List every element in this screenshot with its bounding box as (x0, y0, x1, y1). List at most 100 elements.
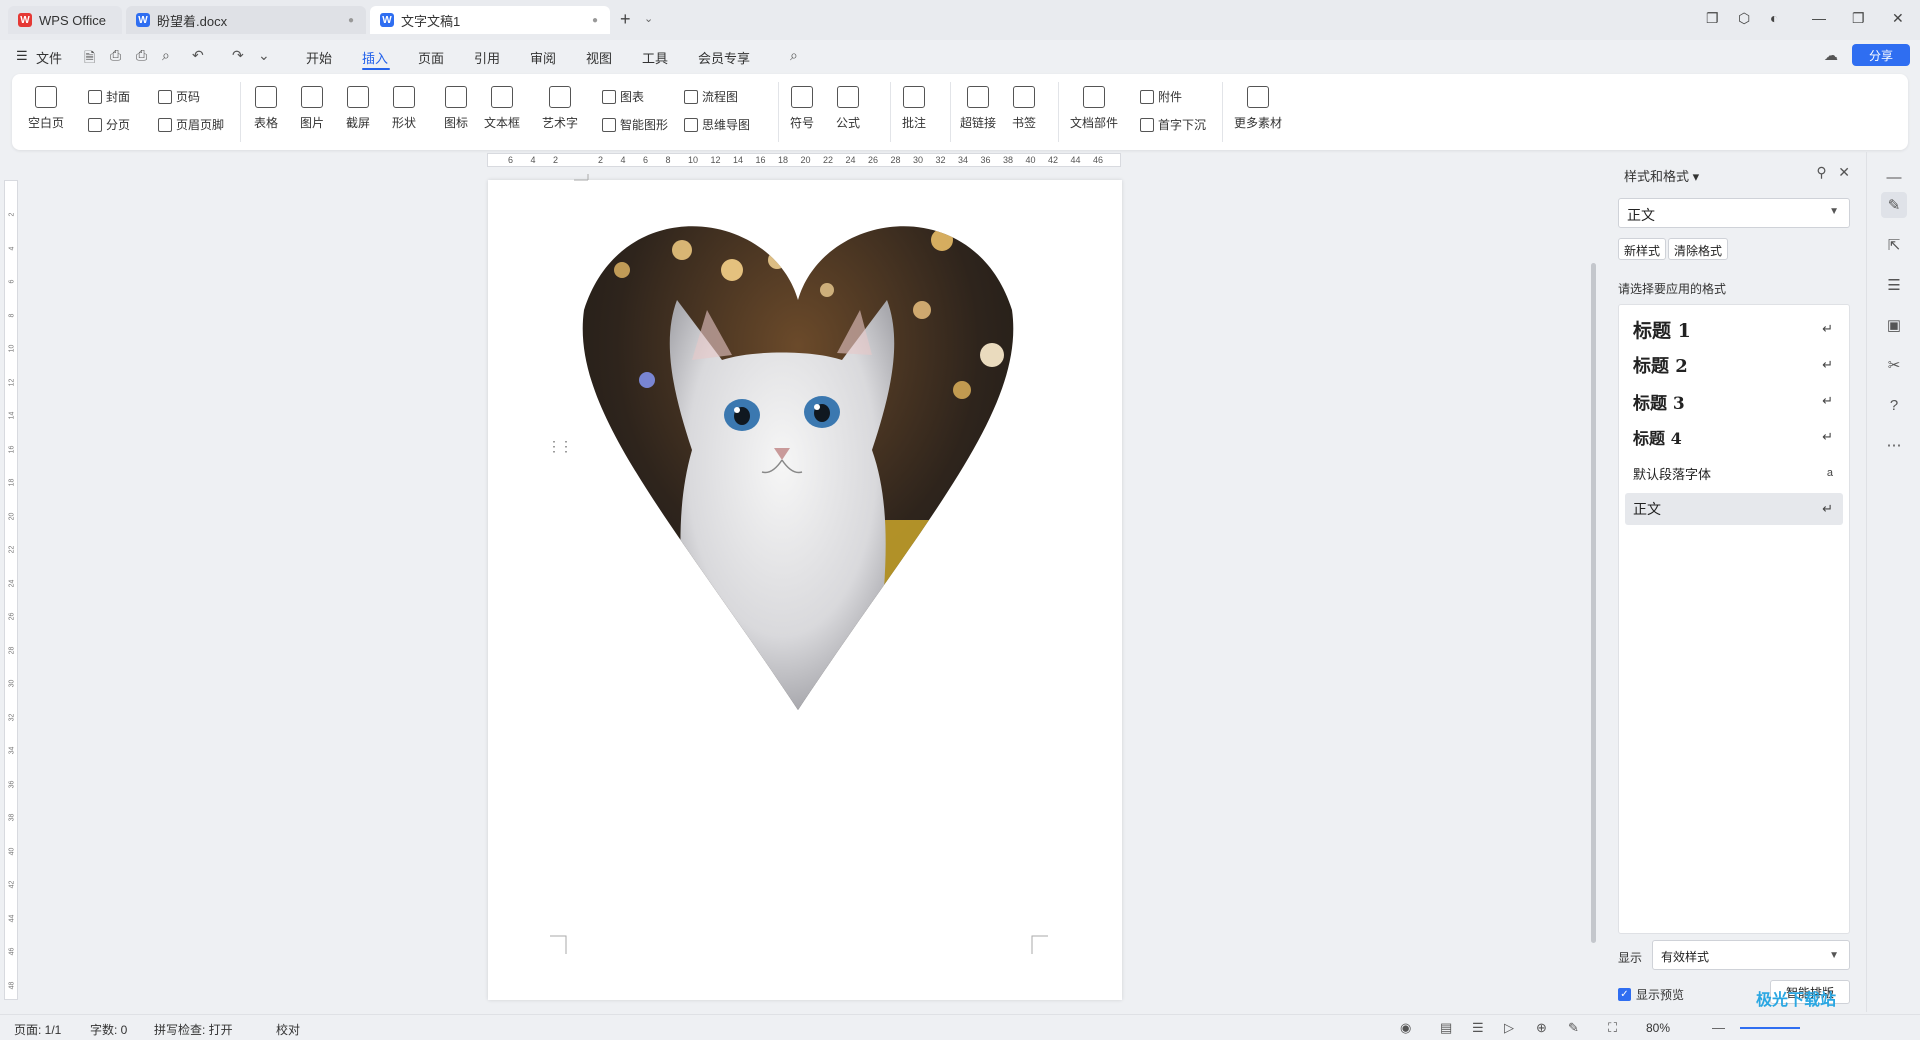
collapse-icon[interactable]: — (1881, 164, 1907, 190)
unsaved-dot-icon[interactable]: ● (348, 15, 354, 26)
avatar[interactable]: ◐ (1770, 10, 1778, 26)
clear-format-button[interactable]: 清除格式 (1668, 238, 1729, 260)
tab-document-2[interactable]: W 文字文稿1 ● (370, 6, 610, 34)
menu-tools[interactable]: 工具 (642, 48, 668, 67)
show-filter-select[interactable]: 有效样式 ▼ (1652, 940, 1850, 970)
window-layout-icon[interactable]: ❐ (1706, 10, 1719, 27)
more-icon[interactable]: ⋯ (1881, 432, 1907, 458)
proofread[interactable]: 校对 (276, 1021, 300, 1038)
unsaved-dot-icon[interactable]: ● (592, 15, 598, 26)
style-heading-2[interactable]: 标题 2 ↵ (1625, 349, 1843, 381)
hyperlink-button[interactable]: 超链接 (960, 86, 996, 131)
style-pen-icon[interactable]: ✎ (1881, 192, 1907, 218)
menu-references[interactable]: 引用 (474, 48, 500, 67)
style-heading-3[interactable]: 标题 3 ↵ (1625, 385, 1843, 417)
fit-page-icon[interactable]: ⛶ (1608, 1020, 1617, 1036)
screenshot-button[interactable]: 截屏 (346, 86, 370, 131)
pen-icon[interactable]: ✎ (1568, 1020, 1579, 1036)
menu-member[interactable]: 会员专享 (698, 48, 750, 67)
web-view-icon[interactable]: ⊕ (1536, 1020, 1547, 1036)
zoom-out-icon[interactable]: — (1712, 1020, 1725, 1035)
menu-review[interactable]: 审阅 (530, 48, 556, 67)
style-heading-1[interactable]: 标题 1 ↵ (1625, 313, 1843, 345)
shape-button[interactable]: 形状 (392, 86, 416, 131)
chart-button[interactable]: 图表 (602, 88, 644, 105)
minimize-icon[interactable]: — (1812, 10, 1826, 26)
menu-page[interactable]: 页面 (418, 48, 444, 67)
undo-icon[interactable]: ↶ (192, 47, 204, 64)
settings-sliders-icon[interactable]: ☰ (1881, 272, 1907, 298)
pane-title[interactable]: 样式和格式 ▾ (1624, 166, 1699, 185)
mindmap-button[interactable]: 思维导图 (684, 116, 750, 133)
cube-icon[interactable]: ⬡ (1738, 10, 1750, 27)
zoom-slider[interactable] (1740, 1027, 1800, 1029)
style-body-text[interactable]: 正文 ↵ (1625, 493, 1843, 525)
save-icon[interactable]: 🗎 (84, 47, 95, 71)
drop-cap-button[interactable]: 首字下沉 (1140, 116, 1206, 133)
menu-home[interactable]: 开始 (306, 48, 332, 67)
style-heading-4[interactable]: 标题 4 ↵ (1625, 421, 1843, 453)
eye-icon[interactable]: ◉ (1400, 1020, 1411, 1036)
flowchart-button[interactable]: 流程图 (684, 88, 738, 105)
symbol-button[interactable]: 符号 (790, 86, 814, 131)
menu-icon[interactable]: ☰ (16, 48, 28, 64)
play-icon[interactable]: ▷ (1504, 1020, 1514, 1036)
menu-view[interactable]: 视图 (586, 48, 612, 67)
horizontal-ruler[interactable]: 6 4 2 2 4 6 8 10 12 14 16 18 20 22 24 26 28 30 32 34 36 38 40 4… (487, 153, 1121, 167)
page-number-button[interactable]: 页码 (158, 88, 200, 105)
document-page[interactable]: ⋮⋮ (488, 174, 1122, 1000)
drag-handle-icon[interactable]: ⋮⋮ (547, 438, 573, 455)
pin-icon[interactable]: ⚲ (1816, 164, 1826, 180)
more-chevron-icon[interactable]: ⌄ (258, 47, 270, 64)
menu-insert[interactable]: 插入 (362, 48, 388, 67)
print-icon[interactable]: ⎙ (136, 47, 147, 64)
spell-check[interactable]: 拼写检查: 打开 (154, 1021, 233, 1038)
more-material-button[interactable]: 更多素材 (1234, 86, 1282, 131)
smart-shape-button[interactable]: 智能图形 (602, 116, 668, 133)
redo-icon[interactable]: ↷ (232, 47, 244, 64)
print-preview-icon[interactable]: ⌕ (162, 47, 170, 64)
attachment-button[interactable]: 附件 (1140, 88, 1182, 105)
share-button[interactable]: 分享 (1852, 44, 1910, 66)
zoom-level[interactable]: 80% (1646, 1021, 1670, 1035)
icon-button[interactable]: 图标 (444, 86, 468, 131)
close-icon[interactable]: ✕ (1892, 10, 1904, 27)
chevron-down-icon[interactable]: ⌄ (644, 12, 653, 25)
show-preview-checkbox[interactable]: ✓ 显示预览 (1618, 986, 1684, 1003)
image-edit-icon[interactable]: ▣ (1881, 312, 1907, 338)
table-button[interactable]: 表格 (254, 86, 278, 131)
word-count[interactable]: 字数: 0 (90, 1021, 127, 1038)
current-style-select[interactable]: 正文 ▼ (1618, 198, 1850, 228)
page-view-icon[interactable]: ▤ (1440, 1020, 1452, 1036)
heart-cat-picture[interactable] (582, 190, 1014, 710)
scrollbar-thumb[interactable] (1591, 263, 1596, 943)
bookmark-button[interactable]: 书签 (1012, 86, 1036, 131)
restore-icon[interactable]: ❐ (1852, 10, 1865, 27)
help-icon[interactable]: ? (1881, 392, 1907, 418)
style-default-font[interactable]: 默认段落字体 a (1625, 457, 1843, 489)
new-tab-icon[interactable]: + (620, 9, 631, 30)
cover-button[interactable]: 封面 (88, 88, 130, 105)
search-icon[interactable]: ⌕ (790, 47, 798, 64)
textbox-button[interactable]: 文本框 (484, 86, 520, 131)
vertical-ruler[interactable]: 2 4 6 8 10 12 14 16 18 20 22 24 26 28 30 32 34 36 38 40 42 44… (4, 180, 18, 1000)
select-cursor-icon[interactable]: ⇱ (1881, 232, 1907, 258)
picture-button[interactable]: 图片 (300, 86, 324, 131)
blank-page-button[interactable]: 空白页 (28, 86, 64, 131)
document-scrollbar[interactable] (1588, 150, 1600, 1010)
page-count[interactable]: 页面: 1/1 (14, 1021, 61, 1038)
cloud-icon[interactable]: ☁ (1824, 47, 1838, 64)
header-footer-button[interactable]: 页眉页脚 (158, 116, 224, 133)
outline-view-icon[interactable]: ☰ (1472, 1020, 1484, 1036)
doc-parts-button[interactable]: 文档部件 (1070, 86, 1118, 131)
comment-button[interactable]: 批注 (902, 86, 926, 131)
tab-wps-office[interactable]: W WPS Office (8, 6, 122, 34)
export-icon[interactable]: ⎙ (110, 47, 121, 64)
formula-button[interactable]: 公式 (836, 86, 860, 131)
tab-document-1[interactable]: W 盼望着.docx ● (126, 6, 366, 34)
new-style-button[interactable]: 新样式 (1618, 238, 1667, 260)
page-break-button[interactable]: 分页 (88, 116, 130, 133)
wordart-button[interactable]: 艺术字 (542, 86, 578, 131)
tools-icon[interactable]: ✂ (1881, 352, 1907, 378)
close-icon[interactable]: ✕ (1838, 164, 1850, 180)
